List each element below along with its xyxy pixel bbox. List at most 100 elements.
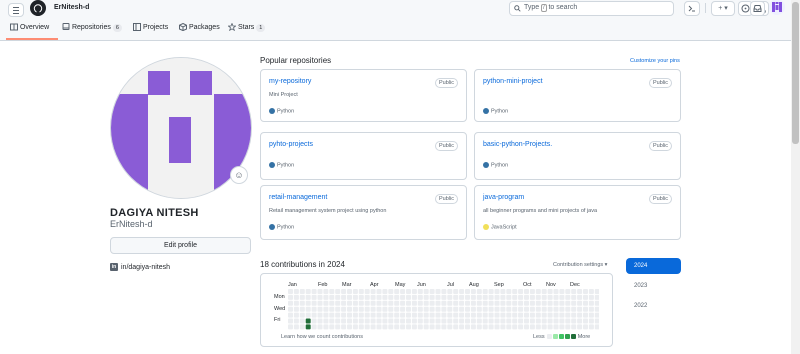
contribution-cell[interactable] <box>559 306 565 312</box>
contribution-cell[interactable] <box>459 289 465 294</box>
contribution-cell[interactable] <box>335 318 341 324</box>
contribution-cell[interactable] <box>400 306 406 312</box>
contribution-cell[interactable] <box>317 294 323 300</box>
contribution-cell[interactable] <box>565 324 571 330</box>
contribution-cell[interactable] <box>394 324 400 330</box>
contribution-cell[interactable] <box>441 312 447 318</box>
contribution-cell[interactable] <box>488 300 494 306</box>
header-username[interactable]: ErNitesh-d <box>54 4 89 11</box>
contribution-cell[interactable] <box>512 306 518 312</box>
contribution-cell[interactable] <box>571 324 577 330</box>
contribution-cell[interactable] <box>559 312 565 318</box>
contribution-cell[interactable] <box>447 306 453 312</box>
contribution-cell[interactable] <box>299 306 305 312</box>
contribution-cell[interactable] <box>311 294 317 300</box>
contribution-cell[interactable] <box>571 306 577 312</box>
contribution-cell[interactable] <box>488 289 494 294</box>
contribution-cell[interactable] <box>594 300 599 306</box>
contribution-cell[interactable] <box>317 318 323 324</box>
contribution-cell[interactable] <box>541 300 547 306</box>
contribution-cell[interactable] <box>524 324 529 330</box>
contribution-cell[interactable] <box>506 294 512 300</box>
contribution-cell[interactable] <box>518 312 524 318</box>
contribution-cell[interactable] <box>441 324 447 330</box>
contribution-cell[interactable] <box>482 289 488 294</box>
contribution-cell[interactable] <box>459 324 465 330</box>
contribution-cell[interactable] <box>470 318 476 324</box>
contribution-cell[interactable] <box>299 300 305 306</box>
contribution-cell[interactable] <box>577 324 583 330</box>
contribution-cell[interactable] <box>435 289 441 294</box>
contribution-cell[interactable] <box>429 324 435 330</box>
contribution-cell[interactable] <box>364 306 370 312</box>
contribution-cell[interactable] <box>376 300 382 306</box>
contribution-cell[interactable] <box>288 324 293 330</box>
contribution-cell[interactable] <box>352 289 358 294</box>
contribution-cell[interactable] <box>329 294 335 300</box>
tab-stars[interactable]: Stars 1 <box>228 23 266 32</box>
contribution-cell[interactable] <box>370 312 376 318</box>
contribution-cell[interactable] <box>376 318 382 324</box>
repo-name-link[interactable]: python-mini-project <box>483 78 543 85</box>
contribution-cell[interactable] <box>547 318 553 324</box>
contribution-cell[interactable] <box>447 312 453 318</box>
contribution-cell[interactable] <box>382 289 388 294</box>
contribution-cell[interactable] <box>400 324 406 330</box>
contribution-cell[interactable] <box>547 324 553 330</box>
contribution-cell[interactable] <box>376 324 382 330</box>
contribution-cell[interactable] <box>559 318 565 324</box>
contribution-cell[interactable] <box>529 312 535 318</box>
contribution-cell[interactable] <box>594 289 599 294</box>
contribution-cell[interactable] <box>506 300 512 306</box>
contribution-cell[interactable] <box>494 294 500 300</box>
contribution-cell[interactable] <box>529 294 535 300</box>
contribution-cell[interactable] <box>529 300 535 306</box>
contribution-cell[interactable] <box>370 306 376 312</box>
tab-overview[interactable]: Overview <box>10 23 49 31</box>
contribution-cell[interactable] <box>394 294 400 300</box>
contribution-cell[interactable] <box>565 300 571 306</box>
year-2022-button[interactable]: 2022 <box>626 298 681 314</box>
contribution-cell[interactable] <box>417 318 423 324</box>
contribution-cell[interactable] <box>400 294 406 300</box>
contribution-cell[interactable] <box>323 306 329 312</box>
contribution-cell[interactable] <box>358 294 364 300</box>
contribution-cell[interactable] <box>352 312 358 318</box>
contribution-cell[interactable] <box>488 294 494 300</box>
contribution-cell[interactable] <box>423 289 429 294</box>
contribution-cell[interactable] <box>553 318 559 324</box>
contribution-cell[interactable] <box>476 306 482 312</box>
contribution-cell[interactable] <box>352 294 358 300</box>
contribution-cell[interactable] <box>524 289 529 294</box>
contribution-cell[interactable] <box>541 294 547 300</box>
contribution-cell[interactable] <box>447 294 453 300</box>
contribution-cell[interactable] <box>594 318 599 324</box>
contribution-cell[interactable] <box>506 318 512 324</box>
contribution-cell[interactable] <box>347 318 352 324</box>
contribution-cell[interactable] <box>447 324 453 330</box>
contribution-cell[interactable] <box>429 318 435 324</box>
contribution-cell[interactable] <box>288 289 293 294</box>
contribution-cell[interactable] <box>382 318 388 324</box>
contribution-cell[interactable] <box>500 306 506 312</box>
contribution-cell[interactable] <box>465 312 470 318</box>
contribution-cell[interactable] <box>512 312 518 318</box>
scrollbar-thumb[interactable] <box>792 2 799 144</box>
contribution-cell[interactable] <box>435 318 441 324</box>
contribution-cell[interactable] <box>329 312 335 318</box>
contribution-cell[interactable] <box>518 324 524 330</box>
contribution-cell[interactable] <box>476 289 482 294</box>
contribution-cell[interactable] <box>411 312 417 318</box>
contribution-cell[interactable] <box>594 312 599 318</box>
contribution-cell[interactable] <box>293 312 299 318</box>
contribution-cell[interactable] <box>305 294 311 300</box>
contribution-cell[interactable] <box>447 318 453 324</box>
contribution-cell[interactable] <box>506 324 512 330</box>
contribution-cell[interactable] <box>518 318 524 324</box>
github-logo-icon[interactable] <box>30 0 46 16</box>
contribution-cell[interactable] <box>341 294 347 300</box>
contribution-cell[interactable] <box>524 306 529 312</box>
contribution-cell[interactable] <box>323 300 329 306</box>
contribution-cell[interactable] <box>500 300 506 306</box>
contribution-cell[interactable] <box>406 289 411 294</box>
